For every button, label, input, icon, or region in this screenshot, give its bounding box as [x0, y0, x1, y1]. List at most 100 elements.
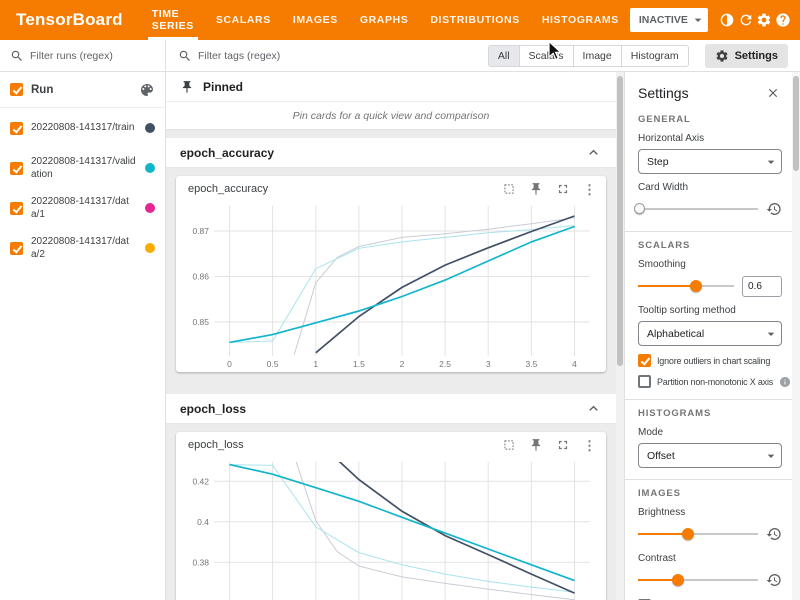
chevron-down-icon: [763, 154, 779, 170]
smoothing-input[interactable]: [742, 276, 782, 297]
run-checkbox[interactable]: [10, 162, 23, 175]
run-row[interactable]: 20220808-141317/validation: [0, 148, 165, 188]
filter-tags-input[interactable]: [198, 50, 338, 62]
card-toolbar: ⋮: [502, 438, 596, 452]
more-options-icon[interactable]: ⋮: [583, 439, 596, 452]
info-icon[interactable]: [779, 376, 791, 388]
tab-distributions[interactable]: DISTRIBUTIONS: [419, 0, 530, 40]
svg-text:0.4: 0.4: [197, 517, 209, 527]
tab-scalars[interactable]: SCALARS: [205, 0, 282, 40]
settings-button-label: Settings: [735, 50, 778, 62]
scrollbar-thumb[interactable]: [793, 76, 799, 171]
card-title: epoch_loss: [188, 439, 502, 451]
select-all-runs-checkbox[interactable]: [10, 83, 23, 96]
scalar-card-epoch-accuracy: epoch_accuracy ⋮ 00.511.522.533.540.850.…: [176, 176, 606, 372]
chip-scalars[interactable]: Scalars: [520, 45, 574, 67]
run-row[interactable]: 20220808-141317/data/1: [0, 188, 165, 228]
section-header-epoch-loss[interactable]: epoch_loss: [166, 394, 616, 424]
tab-images[interactable]: IMAGES: [282, 0, 349, 40]
reset-card-width-icon[interactable]: [766, 201, 782, 217]
horizontal-axis-select[interactable]: Step: [638, 149, 782, 174]
chip-all[interactable]: All: [488, 45, 520, 67]
partition-x-axis-label: Partition non-monotonic X axis: [657, 377, 773, 387]
settings-gear-icon[interactable]: [755, 8, 774, 33]
toolbar: All Scalars Image Histogram Settings: [0, 40, 800, 72]
run-row[interactable]: 20220808-141317/data/2: [0, 228, 165, 268]
tooltip-sorting-value: Alphabetical: [647, 328, 704, 340]
contrast-label: Contrast: [638, 553, 782, 564]
brightness-row: [638, 523, 782, 545]
pinned-section: Pinned Pin cards for a quick view and co…: [166, 72, 616, 130]
ignore-outliers-label: Ignore outliers in chart scaling: [657, 356, 770, 366]
run-color-dot: [145, 163, 155, 173]
settings-scrollbar[interactable]: [792, 72, 800, 600]
app-logo[interactable]: TensorBoard: [16, 10, 123, 30]
settings-group-general: GENERAL: [638, 114, 782, 125]
checkbox-icon: [638, 354, 651, 367]
chevron-down-icon: [763, 448, 779, 464]
contrast-slider[interactable]: [638, 573, 758, 587]
svg-text:3: 3: [486, 359, 491, 369]
scrollbar-thumb[interactable]: [617, 76, 623, 366]
run-color-dot: [145, 243, 155, 253]
runs-sidebar: Run 20220808-141317/train 20220808-14131…: [0, 72, 166, 600]
run-checkbox[interactable]: [10, 202, 23, 215]
card-title: epoch_accuracy: [188, 183, 502, 195]
chip-histogram[interactable]: Histogram: [622, 45, 689, 67]
fit-domain-icon[interactable]: [502, 438, 516, 452]
partition-x-axis-checkbox[interactable]: Partition non-monotonic X axis: [638, 375, 782, 388]
runs-list-header: Run: [0, 72, 165, 108]
close-icon[interactable]: [764, 84, 782, 102]
card-header: epoch_loss ⋮: [176, 432, 606, 458]
fit-domain-icon[interactable]: [502, 182, 516, 196]
card-width-label: Card Width: [638, 182, 782, 193]
tab-graphs[interactable]: GRAPHS: [349, 0, 420, 40]
section-body: epoch_loss ⋮ 00.511.522.533.540.360.380.…: [166, 424, 616, 600]
tab-time-series[interactable]: TIME SERIES: [141, 0, 205, 40]
card-width-slider[interactable]: [638, 202, 758, 216]
main-scrollbar[interactable]: [616, 72, 624, 600]
tooltip-sorting-select[interactable]: Alphabetical: [638, 321, 782, 346]
histogram-mode-select[interactable]: Offset: [638, 443, 782, 468]
horizontal-axis-label: Horizontal Axis: [638, 133, 782, 144]
settings-group-histograms: HISTOGRAMS: [638, 408, 782, 419]
run-checkbox[interactable]: [10, 122, 23, 135]
reload-status-dropdown[interactable]: INACTIVE: [630, 8, 708, 32]
gear-icon: [715, 49, 729, 63]
filter-runs-input[interactable]: [30, 50, 142, 62]
section-header-epoch-accuracy[interactable]: epoch_accuracy: [166, 138, 616, 168]
more-options-icon[interactable]: ⋮: [583, 183, 596, 196]
fullscreen-icon[interactable]: [556, 438, 570, 452]
refresh-icon[interactable]: [736, 8, 755, 33]
tag-filter-area: All Scalars Image Histogram Settings: [166, 40, 800, 71]
pin-card-icon[interactable]: [529, 182, 543, 196]
epoch-accuracy-chart[interactable]: 00.511.522.533.540.850.860.87: [180, 202, 600, 372]
fullscreen-icon[interactable]: [556, 182, 570, 196]
brightness-slider[interactable]: [638, 527, 758, 541]
runs-column-header: Run: [31, 84, 131, 96]
section-title: epoch_loss: [180, 402, 246, 416]
run-checkbox[interactable]: [10, 242, 23, 255]
collapse-section-icon[interactable]: [585, 144, 602, 161]
tooltip-sorting-label: Tooltip sorting method: [638, 305, 782, 316]
svg-text:0.85: 0.85: [192, 317, 209, 327]
reset-contrast-icon[interactable]: [766, 572, 782, 588]
collapse-section-icon[interactable]: [585, 400, 602, 417]
histogram-mode-value: Offset: [647, 450, 675, 462]
pin-card-icon[interactable]: [529, 438, 543, 452]
settings-panel-header: Settings: [638, 78, 782, 110]
reset-brightness-icon[interactable]: [766, 526, 782, 542]
settings-button[interactable]: Settings: [705, 44, 788, 68]
run-name: 20220808-141317/validation: [31, 155, 137, 182]
color-palette-icon[interactable]: [139, 82, 155, 98]
epoch-loss-chart[interactable]: 00.511.522.533.540.360.380.40.42: [180, 458, 600, 600]
chip-image[interactable]: Image: [574, 45, 622, 67]
run-row[interactable]: 20220808-141317/train: [0, 108, 165, 148]
svg-text:1: 1: [313, 359, 318, 369]
theme-toggle-icon[interactable]: [718, 8, 737, 33]
tab-histograms[interactable]: HISTOGRAMS: [531, 0, 630, 40]
ignore-outliers-checkbox[interactable]: Ignore outliers in chart scaling: [638, 354, 782, 367]
run-filter-area: [0, 40, 166, 71]
help-icon[interactable]: [773, 8, 792, 33]
smoothing-slider[interactable]: [638, 279, 734, 293]
